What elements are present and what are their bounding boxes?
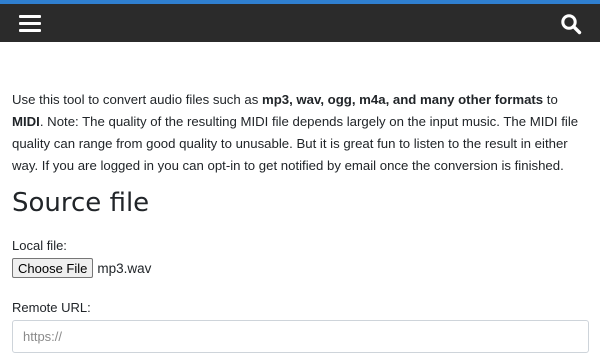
menu-line [19,15,41,18]
intro-text: Use this tool to convert audio files suc… [12,92,262,107]
file-picker: Choose File mp3.wav [12,258,151,278]
intro-section: Use this tool to convert audio files suc… [12,89,592,177]
selected-file-name: mp3.wav [97,260,152,276]
menu-line [19,29,41,32]
remote-url-input[interactable] [12,320,589,353]
section-title: Source file [12,188,150,218]
top-navbar [0,0,600,42]
menu-line [19,22,41,25]
intro-formats: mp3, wav, ogg, m4a, and many other forma… [261,92,544,107]
local-file-label: Local file: [12,238,67,253]
intro-paragraph: Use this tool to convert audio files suc… [12,89,592,177]
remote-url-label: Remote URL: [12,300,91,315]
intro-target-format: MIDI [12,114,40,129]
intro-text: . Note: The quality of the resulting MID… [12,114,579,173]
choose-file-button[interactable]: Choose File [12,258,94,278]
intro-text: to [543,92,558,107]
search-icon[interactable] [560,13,582,35]
hamburger-menu-icon[interactable] [19,15,41,33]
